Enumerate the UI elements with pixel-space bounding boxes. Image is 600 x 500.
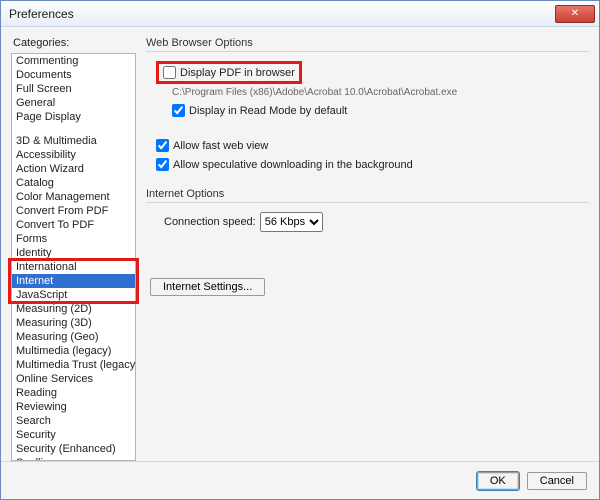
close-icon: ✕ <box>571 9 579 19</box>
category-item[interactable]: Online Services <box>12 372 135 386</box>
dialog-footer: OK Cancel <box>1 461 599 499</box>
read-mode-row: Display in Read Mode by default <box>172 104 589 117</box>
cancel-button[interactable]: Cancel <box>527 472 587 490</box>
speculative-checkbox[interactable] <box>156 158 169 171</box>
category-item[interactable]: Search <box>12 414 135 428</box>
preferences-window: Preferences ✕ Categories: CommentingDocu… <box>0 0 600 500</box>
category-item[interactable]: JavaScript <box>12 288 135 302</box>
category-item[interactable]: Action Wizard <box>12 162 135 176</box>
category-item[interactable]: Forms <box>12 232 135 246</box>
category-item[interactable]: Measuring (2D) <box>12 302 135 316</box>
read-mode-checkbox[interactable] <box>172 104 185 117</box>
category-item[interactable]: Convert To PDF <box>12 218 135 232</box>
display-pdf-row: Display PDF in browser <box>156 61 589 84</box>
category-item[interactable]: Security <box>12 428 135 442</box>
category-item[interactable]: Multimedia Trust (legacy) <box>12 358 135 372</box>
ok-button[interactable]: OK <box>477 472 519 490</box>
categories-list[interactable]: CommentingDocumentsFull ScreenGeneralPag… <box>12 54 135 460</box>
categories-list-wrap: CommentingDocumentsFull ScreenGeneralPag… <box>11 53 136 461</box>
categories-column: Categories: CommentingDocumentsFull Scre… <box>11 35 136 461</box>
window-title: Preferences <box>9 7 555 21</box>
category-item[interactable]: Reviewing <box>12 400 135 414</box>
category-item[interactable]: Convert From PDF <box>12 204 135 218</box>
connection-speed-select[interactable]: 56 Kbps <box>260 212 323 232</box>
dialog-body: Categories: CommentingDocumentsFull Scre… <box>1 27 599 461</box>
categories-label: Categories: <box>13 37 136 49</box>
category-item[interactable]: Identity <box>12 246 135 260</box>
category-item[interactable]: Multimedia (legacy) <box>12 344 135 358</box>
category-item[interactable]: General <box>12 96 135 110</box>
settings-panel: Web Browser Options Display PDF in brows… <box>146 35 589 461</box>
internet-settings-button[interactable]: Internet Settings... <box>150 278 265 296</box>
category-item[interactable]: Internet <box>12 274 135 288</box>
close-button[interactable]: ✕ <box>555 5 595 23</box>
divider <box>146 202 589 203</box>
fast-web-label[interactable]: Allow fast web view <box>173 140 268 152</box>
speculative-row: Allow speculative downloading in the bac… <box>156 158 589 171</box>
connection-speed-row: Connection speed: 56 Kbps <box>164 212 589 232</box>
display-pdf-label[interactable]: Display PDF in browser <box>180 67 295 79</box>
fast-web-row: Allow fast web view <box>156 139 589 152</box>
category-item[interactable]: Security (Enhanced) <box>12 442 135 456</box>
category-item[interactable]: Page Display <box>12 110 135 124</box>
fast-web-checkbox[interactable] <box>156 139 169 152</box>
category-item[interactable]: Spelling <box>12 456 135 460</box>
display-pdf-checkbox[interactable] <box>163 66 176 79</box>
category-item[interactable]: Measuring (Geo) <box>12 330 135 344</box>
speculative-label[interactable]: Allow speculative downloading in the bac… <box>173 159 413 171</box>
acrobat-path: C:\Program Files (x86)\Adobe\Acrobat 10.… <box>172 87 589 98</box>
category-item[interactable]: International <box>12 260 135 274</box>
category-item[interactable]: Measuring (3D) <box>12 316 135 330</box>
category-item[interactable]: Documents <box>12 68 135 82</box>
category-item[interactable]: Commenting <box>12 54 135 68</box>
titlebar: Preferences ✕ <box>1 1 599 27</box>
category-item[interactable]: Accessibility <box>12 148 135 162</box>
category-item[interactable]: Reading <box>12 386 135 400</box>
category-item[interactable]: Catalog <box>12 176 135 190</box>
internet-group-title: Internet Options <box>146 188 589 200</box>
internet-settings-row: Internet Settings... <box>150 278 589 296</box>
category-item[interactable]: 3D & Multimedia <box>12 134 135 148</box>
divider <box>146 51 589 52</box>
highlight-box-display-pdf: Display PDF in browser <box>156 61 302 84</box>
web-group-title: Web Browser Options <box>146 37 589 49</box>
category-item[interactable]: Full Screen <box>12 82 135 96</box>
connection-speed-label: Connection speed: <box>164 216 256 228</box>
category-item[interactable]: Color Management <box>12 190 135 204</box>
read-mode-label[interactable]: Display in Read Mode by default <box>189 105 347 117</box>
